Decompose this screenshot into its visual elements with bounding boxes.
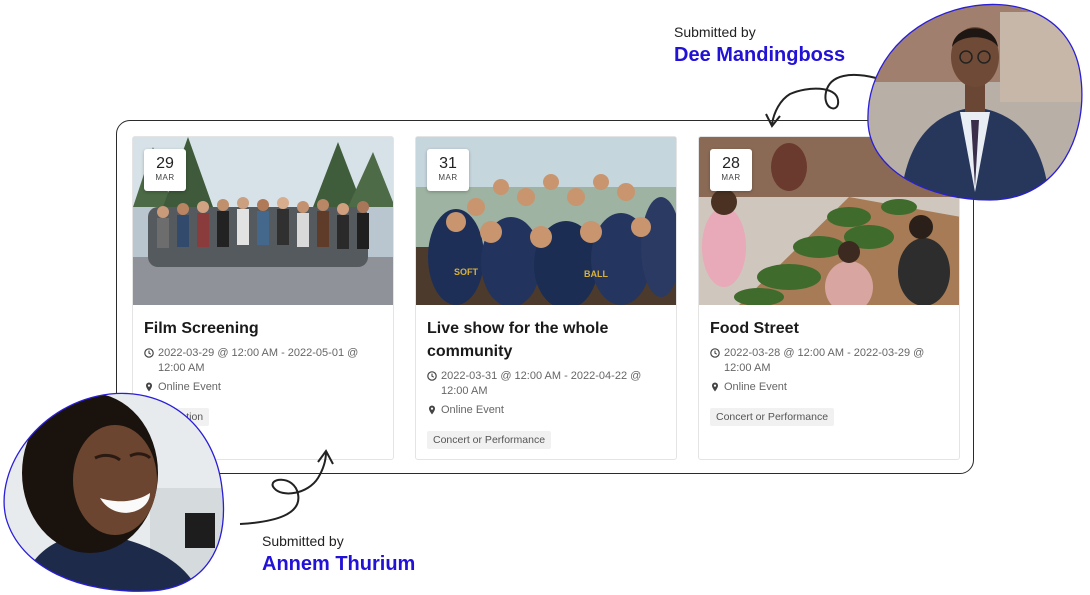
curved-arrow-icon <box>239 449 334 525</box>
event-card[interactable]: SOFT BALL 31 MAR Live show for the whole … <box>415 136 677 460</box>
event-datetime-row: 2022-03-31 @ 12:00 AM - 2022-04-22 @ 12:… <box>427 369 664 399</box>
submitter-avatar-annem <box>3 392 225 592</box>
event-location: Online Event <box>441 404 504 416</box>
date-month: MAR <box>155 173 175 182</box>
date-month: MAR <box>438 173 458 182</box>
submitted-by-label: Submitted by <box>262 533 344 549</box>
event-location-row: Online Event <box>710 380 947 395</box>
date-day: 31 <box>439 155 457 172</box>
map-pin-icon <box>429 405 435 415</box>
map-pin-icon <box>712 382 718 392</box>
submitter-avatar-dee <box>867 3 1083 201</box>
clock-icon <box>144 348 154 358</box>
event-title[interactable]: Live show for the whole community <box>427 317 664 363</box>
date-day: 29 <box>156 155 174 172</box>
event-title[interactable]: Food Street <box>710 317 947 340</box>
date-badge: 28 MAR <box>710 149 752 191</box>
submitter-name: Annem Thurium <box>262 553 416 575</box>
clock-icon <box>427 371 437 381</box>
event-datetime-row: 2022-03-29 @ 12:00 AM - 2022-05-01 @ 12:… <box>144 346 381 376</box>
event-datetime: 2022-03-28 @ 12:00 AM - 2022-03-29 @ 12:… <box>724 347 925 374</box>
event-location: Online Event <box>724 381 787 393</box>
event-title[interactable]: Film Screening <box>144 317 381 340</box>
event-location-row: Online Event <box>427 403 664 418</box>
clock-icon <box>710 348 720 358</box>
date-badge: 31 MAR <box>427 149 469 191</box>
event-image: SOFT BALL 31 MAR <box>416 137 676 305</box>
event-image: 29 MAR <box>133 137 393 305</box>
submitter-name: Dee Mandingboss <box>674 44 846 66</box>
event-tag[interactable]: Concert or Performance <box>710 408 835 426</box>
event-tag[interactable]: Concert or Performance <box>427 431 552 449</box>
date-month: MAR <box>721 173 741 182</box>
event-datetime-row: 2022-03-28 @ 12:00 AM - 2022-03-29 @ 12:… <box>710 346 947 376</box>
svg-text:SOFT: SOFT <box>454 267 479 277</box>
date-badge: 29 MAR <box>144 149 186 191</box>
svg-text:BALL: BALL <box>584 269 608 279</box>
date-day: 28 <box>722 155 740 172</box>
submitted-by-label: Submitted by <box>674 24 756 40</box>
event-datetime: 2022-03-31 @ 12:00 AM - 2022-04-22 @ 12:… <box>441 370 642 397</box>
event-datetime: 2022-03-29 @ 12:00 AM - 2022-05-01 @ 12:… <box>158 347 359 374</box>
